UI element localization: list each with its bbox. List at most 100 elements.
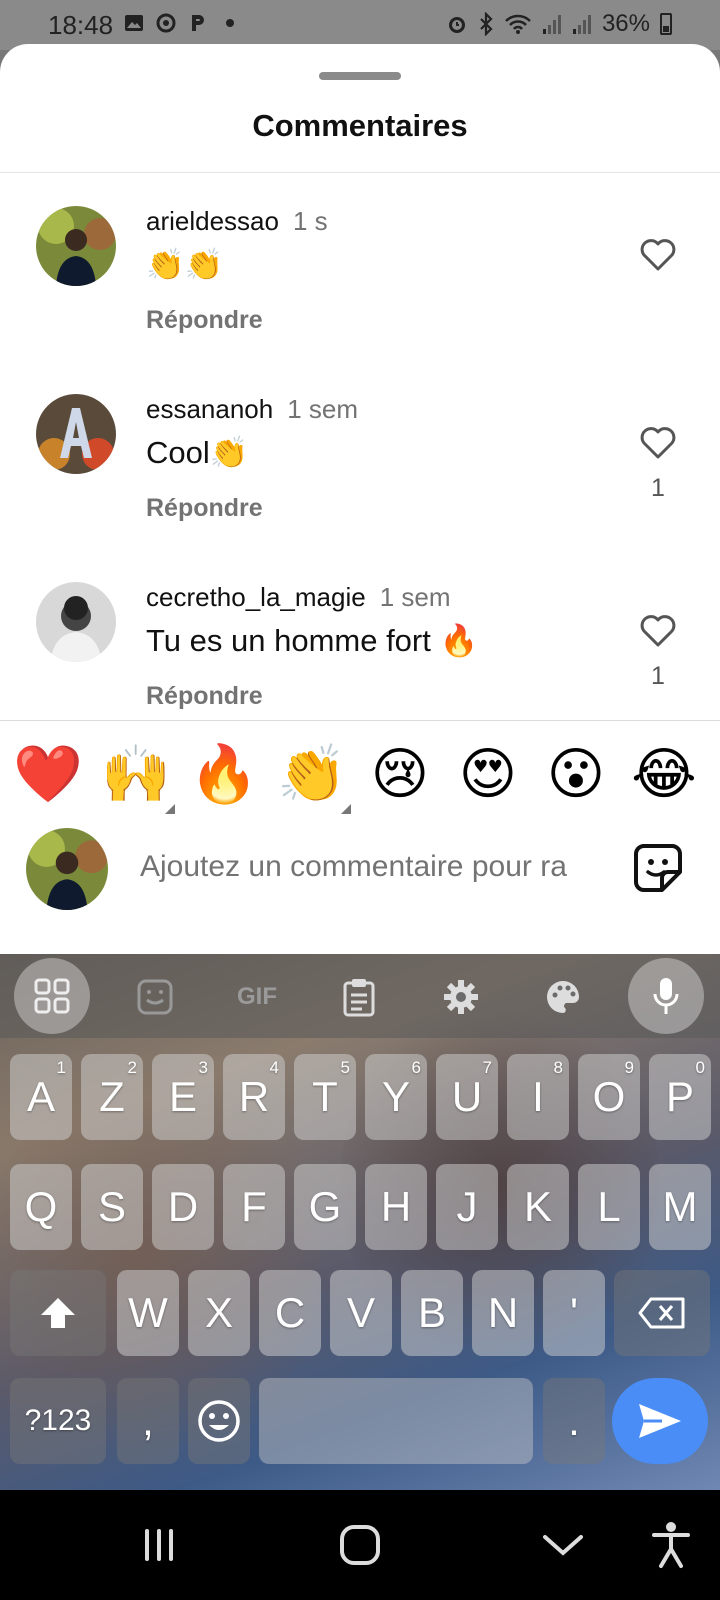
key-h[interactable]: H <box>365 1164 427 1250</box>
sheet-grabber[interactable] <box>319 72 401 80</box>
battery-icon <box>660 13 672 35</box>
key-v[interactable]: V <box>330 1270 392 1356</box>
avatar[interactable] <box>36 394 116 474</box>
sheet-title: Commentaires <box>252 108 468 143</box>
emoji-key[interactable] <box>188 1378 250 1464</box>
username[interactable]: essananoh <box>146 394 273 424</box>
heart-icon[interactable] <box>638 234 678 274</box>
navigation-bar <box>0 1490 720 1600</box>
heart-icon[interactable] <box>638 610 678 650</box>
send-button[interactable] <box>612 1378 708 1464</box>
key-hint: 5 <box>340 1058 350 1077</box>
space-key[interactable] <box>259 1378 533 1464</box>
emoji-heart-eyes[interactable]: 😍 <box>453 742 523 808</box>
key-label: I <box>532 1073 544 1120</box>
username[interactable]: cecretho_la_magie <box>146 582 366 612</box>
recents-icon[interactable] <box>124 1512 194 1578</box>
gear-icon[interactable] <box>426 962 496 1032</box>
bluetooth-icon <box>480 12 493 36</box>
key-t[interactable]: T5 <box>294 1054 356 1140</box>
key-apostrophe[interactable]: ' <box>543 1270 605 1356</box>
username[interactable]: arieldessao <box>146 206 279 236</box>
key-m[interactable]: M <box>649 1164 711 1250</box>
comment-item: arieldessao 1 s 👏👏 Répondre <box>0 206 720 386</box>
key-r[interactable]: R4 <box>223 1054 285 1140</box>
divider <box>0 172 720 173</box>
reply-button[interactable]: Répondre <box>146 306 263 335</box>
key-label: O <box>592 1073 626 1120</box>
signal-icon <box>542 15 561 34</box>
key-e[interactable]: E3 <box>152 1054 214 1140</box>
system-icons: 36% <box>446 10 672 38</box>
home-icon[interactable] <box>325 1512 395 1578</box>
key-k[interactable]: K <box>507 1164 569 1250</box>
comma-key[interactable]: , <box>117 1378 179 1464</box>
keyboard-toolbar: GIF <box>0 954 720 1038</box>
key-l[interactable]: L <box>578 1164 640 1250</box>
heart-icon[interactable] <box>638 422 678 462</box>
avatar[interactable] <box>36 582 116 662</box>
back-chevron-icon[interactable] <box>528 1512 598 1578</box>
key-label: E <box>168 1073 197 1120</box>
like-count: 1 <box>651 662 665 690</box>
key-c[interactable]: C <box>259 1270 321 1356</box>
backspace-key[interactable] <box>614 1270 710 1356</box>
mic-icon[interactable] <box>628 958 704 1034</box>
key-p[interactable]: P0 <box>649 1054 711 1140</box>
emoji-heart[interactable]: ❤️ <box>13 742 83 808</box>
emoji-raised-hands[interactable]: 🙌 <box>101 742 175 814</box>
key-s[interactable]: S <box>81 1164 143 1250</box>
key-w[interactable]: W <box>117 1270 179 1356</box>
p-icon <box>188 13 208 33</box>
sticker-icon[interactable] <box>120 962 190 1032</box>
emoji-glyph: 🙌 <box>101 742 171 807</box>
key-i[interactable]: I8 <box>507 1054 569 1140</box>
key-u[interactable]: U7 <box>436 1054 498 1140</box>
key-hint: 0 <box>695 1058 705 1077</box>
key-j[interactable]: J <box>436 1164 498 1250</box>
comment-header: essananoh 1 sem <box>146 394 358 425</box>
key-y[interactable]: Y6 <box>365 1054 427 1140</box>
emoji-clap[interactable]: 👏 <box>277 742 351 814</box>
apps-grid-icon[interactable] <box>14 958 90 1034</box>
key-g[interactable]: G <box>294 1164 356 1250</box>
gif-icon[interactable]: GIF <box>222 962 292 1032</box>
emoji-laughing[interactable]: 😂 <box>629 742 699 808</box>
comment-text: Tu es un homme fort 🔥 <box>146 623 479 658</box>
key-b[interactable]: B <box>401 1270 463 1356</box>
key-label: R <box>238 1073 270 1120</box>
key-label: P <box>665 1073 694 1120</box>
comments-sheet: Commentaires arieldessao 1 s 👏👏 Répondre … <box>0 44 720 954</box>
key-f[interactable]: F <box>223 1164 285 1250</box>
key-d[interactable]: D <box>152 1164 214 1250</box>
key-hint: 4 <box>269 1058 279 1077</box>
emoji-surprised[interactable]: 😮 <box>541 742 611 808</box>
palette-icon[interactable] <box>528 962 598 1032</box>
sticker-icon[interactable] <box>632 842 684 894</box>
comment-time: 1 sem <box>287 394 359 424</box>
key-a[interactable]: A1 <box>10 1054 72 1140</box>
clipboard-icon[interactable] <box>324 962 394 1032</box>
like-count: 1 <box>651 474 665 502</box>
period-key[interactable]: . <box>543 1378 605 1464</box>
signal-icon <box>572 15 591 34</box>
comment-header: cecretho_la_magie 1 sem <box>146 582 451 613</box>
reply-button[interactable]: Répondre <box>146 494 263 523</box>
emoji-fire[interactable]: 🔥 <box>189 742 259 808</box>
comment-input[interactable] <box>140 844 600 890</box>
key-n[interactable]: N <box>472 1270 534 1356</box>
avatar[interactable] <box>36 206 116 286</box>
shift-key[interactable] <box>10 1270 106 1356</box>
key-q[interactable]: Q <box>10 1164 72 1250</box>
shift-icon <box>41 1298 75 1328</box>
divider <box>0 720 720 721</box>
key-z[interactable]: Z2 <box>81 1054 143 1140</box>
comment-text: Cool👏 <box>146 435 249 470</box>
key-o[interactable]: O9 <box>578 1054 640 1140</box>
key-x[interactable]: X <box>188 1270 250 1356</box>
reply-button[interactable]: Répondre <box>146 682 263 711</box>
gif-label: GIF <box>237 983 277 1010</box>
accessibility-icon[interactable] <box>636 1512 706 1578</box>
symbols-key[interactable]: ?123 <box>10 1378 106 1464</box>
emoji-crying[interactable]: 😢 <box>365 742 435 808</box>
